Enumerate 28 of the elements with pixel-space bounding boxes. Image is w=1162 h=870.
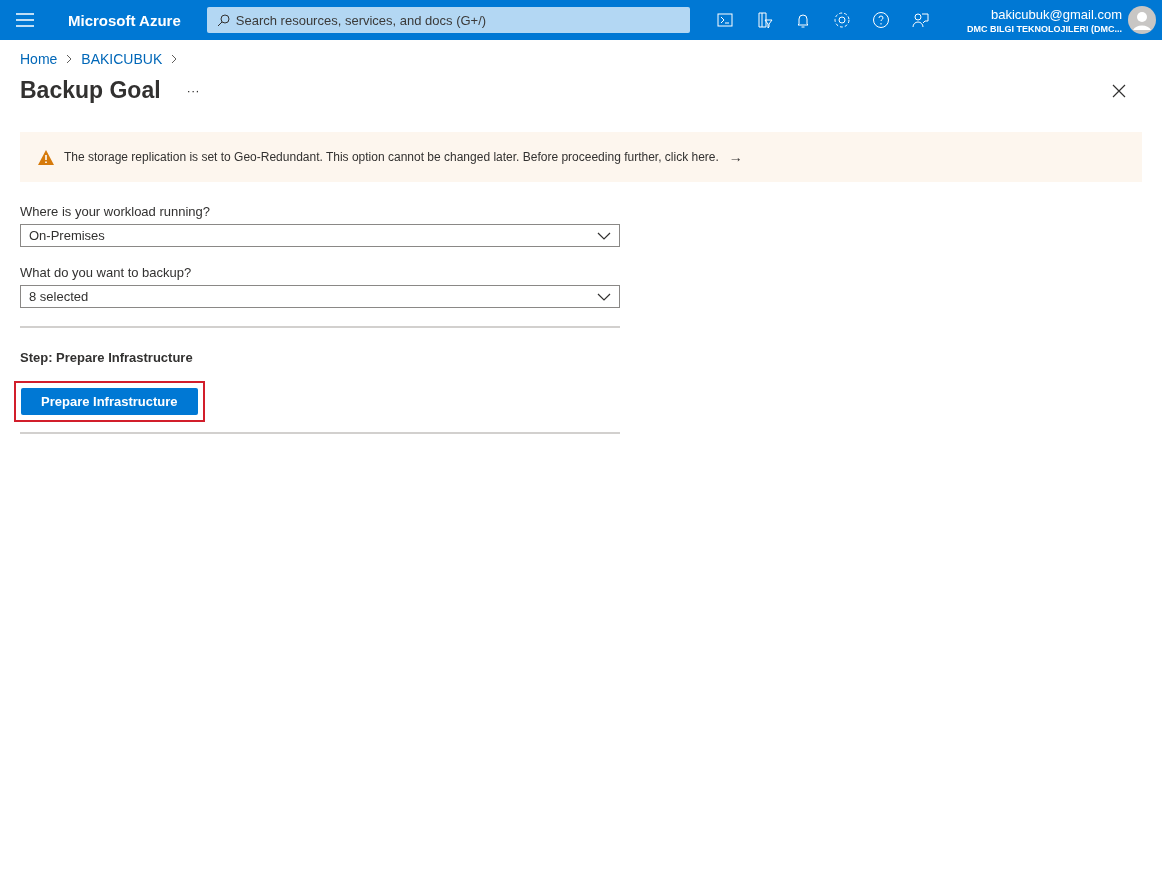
account-directory[interactable]: DMC BILGI TEKNOLOJILERI (DMC...: [967, 23, 1122, 34]
warning-message: The storage replication is set to Geo-Redundant. This option cannot be changed later. Before proceeding further, click here.: [64, 150, 719, 164]
prepare-infrastructure-button[interactable]: Prepare Infrastructure: [21, 388, 198, 415]
chevron-down-icon: [597, 231, 611, 240]
chevron-down-icon: [597, 292, 611, 301]
terminal-icon[interactable]: [715, 11, 734, 29]
breadcrumb-link[interactable]: BAKICUBUK: [81, 51, 163, 67]
menu-icon[interactable]: [16, 13, 34, 27]
arrow-link[interactable]: →: [728, 149, 743, 165]
help-icon[interactable]: [871, 11, 890, 29]
search-field[interactable]: Search resources, services, and docs (G+/): [206, 7, 690, 33]
more-button[interactable]: ···: [186, 83, 200, 98]
chevron-icon: [65, 54, 74, 64]
field-label: Where is your workload running?: [20, 204, 212, 219]
page-title: Backup Goal: [20, 77, 161, 104]
field-label: What do you want to backup?: [20, 265, 193, 280]
close-icon[interactable]: [1112, 83, 1126, 98]
settings-icon[interactable]: [832, 11, 851, 29]
account-email[interactable]: bakicubuk@gmail.com: [967, 6, 1122, 22]
dropdown-field[interactable]: On-Premises: [20, 224, 620, 247]
feedback-icon[interactable]: [910, 11, 929, 29]
avatar-icon[interactable]: [1128, 6, 1156, 34]
breadcrumb-link[interactable]: Home: [20, 51, 58, 67]
step-title: Step: Prepare Infrastructure: [20, 350, 194, 365]
chevron-icon: [170, 54, 179, 64]
warning-icon: [38, 149, 54, 165]
brand-title[interactable]: Microsoft Azure: [68, 11, 181, 29]
dropdown-field[interactable]: 8 selected: [20, 285, 620, 308]
